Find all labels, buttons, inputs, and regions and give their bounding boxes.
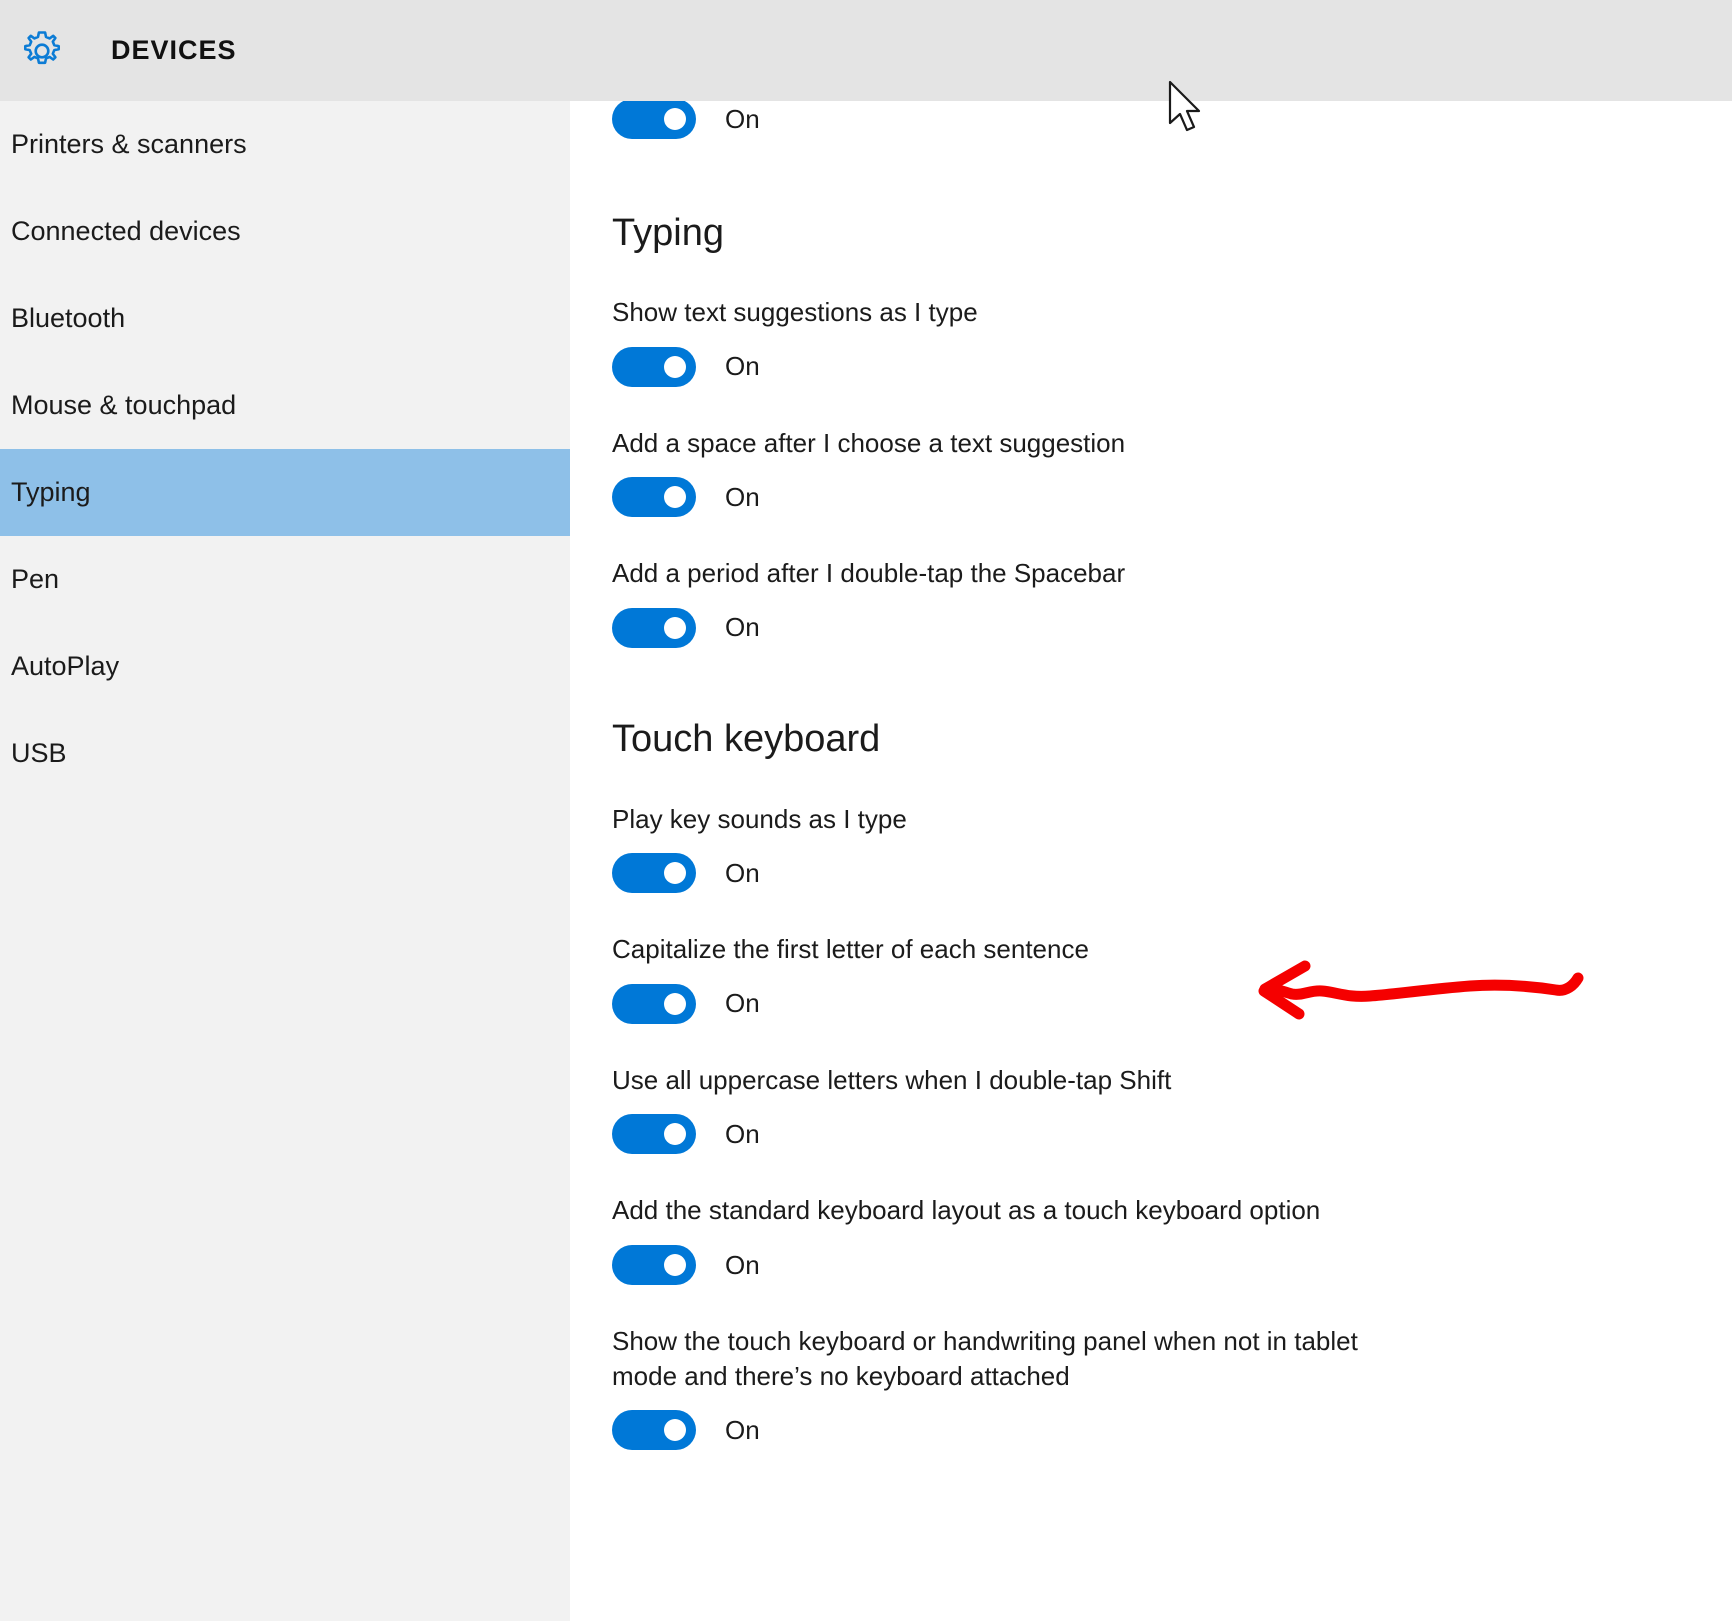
toggle-state-label: On	[725, 351, 760, 382]
setting-label-show-touch-keyboard-not-tablet: Show the touch keyboard or handwriting p…	[612, 1326, 1358, 1391]
gear-icon	[14, 23, 70, 79]
sidebar-item-label: Bluetooth	[11, 303, 126, 333]
toggle-switch-play-key-sounds[interactable]	[612, 853, 696, 894]
sidebar-item-label: Pen	[11, 564, 60, 594]
sidebar-item-printers-and-scanners[interactable]: Printers & scanners	[0, 101, 570, 188]
setting-label-standard-keyboard-layout: Add the standard keyboard layout as a to…	[612, 1195, 1321, 1226]
toggle-state-label: On	[725, 1118, 760, 1149]
sidebar-item-bluetooth[interactable]: Bluetooth	[0, 275, 570, 362]
sidebar-nav: Printers & scanners Connected devices Bl…	[0, 101, 570, 1621]
toggle-switch-add-space-after-suggestion[interactable]	[612, 477, 696, 518]
toggle-switch-show-text-suggestions[interactable]	[612, 346, 696, 387]
setting-label-all-uppercase-double-tap-shift: Use all uppercase letters when I double-…	[612, 1064, 1172, 1095]
window-header: DEVICES	[0, 0, 1732, 101]
toggle-knob	[664, 108, 686, 130]
sidebar-item-label: Typing	[11, 477, 91, 507]
toggle-switch-all-uppercase-double-tap-shift[interactable]	[612, 1114, 696, 1155]
toggle-state-label: On	[725, 103, 760, 134]
setting-row-play-key-sounds: On	[612, 853, 1732, 894]
sidebar-item-label: AutoPlay	[11, 651, 120, 681]
toggle-state-label: On	[725, 612, 760, 643]
sidebar-item-pen[interactable]: Pen	[0, 536, 570, 623]
toggle-state-label: On	[725, 988, 760, 1019]
toggle-state-label: On	[725, 1249, 760, 1280]
sidebar-item-label: Printers & scanners	[11, 129, 247, 159]
sidebar-item-mouse-and-touchpad[interactable]: Mouse & touchpad	[0, 362, 570, 449]
toggle-knob	[664, 862, 686, 885]
toggle-knob	[664, 355, 686, 378]
toggle-knob	[664, 616, 686, 639]
setting-row-add-space-after-suggestion: On	[612, 477, 1732, 518]
sidebar-item-typing[interactable]: Typing	[0, 449, 570, 536]
section-heading-typing: Typing	[612, 212, 724, 254]
sidebar-item-label: Mouse & touchpad	[11, 390, 237, 420]
toggle-state-label: On	[725, 481, 760, 512]
toggle-switch-partial-top[interactable]	[612, 101, 696, 139]
setting-label-add-space-after-suggestion: Add a space after I choose a text sugges…	[612, 427, 1126, 458]
setting-label-show-text-suggestions: Show text suggestions as I type	[612, 297, 978, 327]
toggle-knob	[664, 1123, 686, 1146]
toggle-state-label: On	[725, 857, 760, 888]
toggle-knob	[664, 1419, 686, 1442]
sidebar-item-connected-devices[interactable]: Connected devices	[0, 188, 570, 275]
settings-window: DEVICES Printers & scanners Connected de…	[0, 0, 1732, 1621]
setting-row-show-text-suggestions: On	[612, 346, 1732, 387]
toggle-knob	[664, 1254, 686, 1277]
settings-content-panel: On Typing Show text suggestions as I typ…	[570, 101, 1732, 1621]
toggle-switch-add-period-double-tap-spacebar[interactable]	[612, 607, 696, 648]
toggle-switch-standard-keyboard-layout[interactable]	[612, 1245, 696, 1286]
setting-row-capitalize-first-letter: On	[612, 983, 1732, 1024]
setting-label-capitalize-first-letter: Capitalize the first letter of each sent…	[612, 934, 1089, 965]
setting-row-all-uppercase-double-tap-shift: On	[612, 1114, 1732, 1155]
setting-label-play-key-sounds: Play key sounds as I type	[612, 803, 907, 834]
sidebar-item-usb[interactable]: USB	[0, 710, 570, 797]
toggle-knob	[664, 486, 686, 509]
setting-row-show-touch-keyboard-not-tablet: On	[612, 1410, 1732, 1451]
sidebar-item-label: Connected devices	[11, 216, 241, 246]
section-heading-touch-keyboard: Touch keyboard	[612, 717, 881, 760]
setting-label-add-period-double-tap-spacebar: Add a period after I double-tap the Spac…	[612, 558, 1126, 589]
page-title: DEVICES	[111, 35, 237, 65]
toggle-switch-capitalize-first-letter[interactable]	[612, 983, 696, 1024]
toggle-state-label: On	[725, 1414, 760, 1445]
setting-row-add-period-double-tap-spacebar: On	[612, 607, 1732, 648]
toggle-switch-show-touch-keyboard-not-tablet[interactable]	[612, 1410, 696, 1451]
setting-row-standard-keyboard-layout: On	[612, 1245, 1732, 1286]
toggle-knob	[664, 992, 686, 1015]
setting-row-partial-top: On	[612, 101, 1732, 139]
sidebar-item-label: USB	[11, 738, 67, 768]
sidebar-item-autoplay[interactable]: AutoPlay	[0, 623, 570, 710]
